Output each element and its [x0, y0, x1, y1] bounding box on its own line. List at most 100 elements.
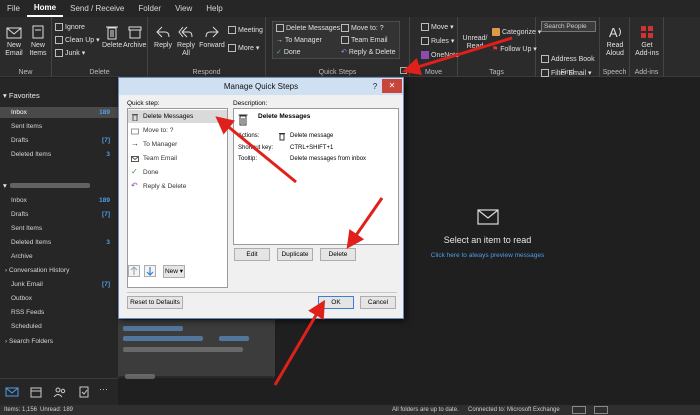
more-respond-button[interactable]: More ▾ — [228, 44, 259, 54]
new-quick-step-button[interactable]: New ▾ — [163, 265, 185, 278]
reading-view-icon[interactable] — [594, 406, 608, 414]
more-icon[interactable]: ··· — [99, 384, 108, 394]
favorites-header[interactable]: ▾ Favorites — [0, 91, 118, 100]
categorize-button[interactable]: Categorize ▾ — [492, 28, 541, 38]
archive-icon — [128, 26, 141, 39]
quick-steps-dialog-launcher[interactable] — [400, 67, 407, 74]
status-connection: Connected to: Microsoft Exchange — [468, 407, 560, 413]
reply-button[interactable]: Reply — [152, 24, 174, 50]
group-label-new: New — [18, 69, 33, 76]
duplicate-button[interactable]: Duplicate — [277, 248, 313, 261]
actions-value: Delete message — [290, 133, 334, 139]
new-items-icon — [32, 25, 44, 39]
qs-gallery-move-to[interactable]: Move to: ? — [341, 24, 384, 34]
forward-button[interactable]: Forward — [199, 24, 225, 50]
ribbon-group-new: New Email New Items New — [0, 17, 52, 77]
group-label-tags: Tags — [489, 69, 504, 76]
folder-item-archive[interactable]: Archive — [0, 251, 118, 262]
normal-view-icon[interactable] — [572, 406, 586, 414]
tab-send-receive[interactable]: Send / Receive — [63, 0, 131, 17]
address-book-button[interactable]: Address Book — [541, 55, 595, 65]
tasks-icon[interactable] — [77, 385, 91, 399]
qs-gallery-to-manager[interactable]: → To Manager — [276, 36, 322, 46]
folder-item-search-folders[interactable]: › Search Folders — [0, 336, 118, 347]
check-icon: ✓ — [131, 167, 138, 176]
qs-gallery-team-email[interactable]: Team Email — [341, 36, 388, 46]
status-items: Items: 1,156 — [4, 407, 38, 413]
tab-folder[interactable]: Folder — [131, 0, 168, 17]
search-people-input[interactable]: Search People — [541, 21, 596, 32]
get-addins-button[interactable]: Get Add-ins — [634, 24, 660, 58]
message-list-item-selected[interactable] — [119, 320, 275, 376]
qs-gallery-delete-messages[interactable]: Delete Messages — [276, 24, 340, 34]
reply-icon — [156, 26, 170, 38]
qs-gallery-reply-delete[interactable]: ↶ Reply & Delete — [341, 48, 396, 58]
meeting-icon — [228, 26, 236, 35]
address-book-icon — [541, 55, 549, 64]
folder-item-conversation-history[interactable]: › Conversation History — [0, 265, 118, 276]
read-aloud-button[interactable]: A Read Aloud — [603, 24, 627, 58]
folder-item-drafts[interactable]: Drafts [7] — [0, 209, 118, 220]
ok-button[interactable]: OK — [318, 296, 354, 309]
reset-to-defaults-button[interactable]: Reset to Defaults — [127, 296, 183, 309]
dialog-help-button[interactable]: ? — [369, 78, 381, 95]
favorites-item-deleted[interactable]: Deleted Items 3 — [0, 149, 118, 160]
follow-up-button[interactable]: ⚑ Follow Up ▾ — [492, 45, 537, 55]
folder-item-outbox[interactable]: Outbox — [0, 293, 118, 304]
tab-home[interactable]: Home — [26, 0, 64, 17]
more-icon — [228, 44, 236, 53]
meeting-button[interactable]: Meeting — [228, 26, 263, 36]
envelope-icon — [477, 209, 499, 225]
folder-icon — [341, 24, 349, 33]
account-header[interactable]: ▾ — [0, 181, 118, 190]
delete-button[interactable]: Delete — [102, 24, 122, 50]
folder-item-rss[interactable]: RSS Feeds — [0, 307, 118, 318]
mail-icon[interactable] — [5, 385, 19, 399]
calendar-icon[interactable] — [29, 385, 43, 399]
reply-icon: ↶ — [341, 49, 349, 56]
move-up-button[interactable] — [128, 265, 140, 277]
archive-button[interactable]: Archive — [123, 24, 146, 50]
qs-item-move-to[interactable]: Move to: ? — [128, 124, 227, 137]
cancel-button[interactable]: Cancel — [360, 296, 396, 309]
favorites-item-inbox[interactable]: Inbox 189 — [0, 107, 118, 118]
qs-item-delete-messages[interactable]: Delete Messages — [128, 110, 227, 123]
folder-item-inbox[interactable]: Inbox 189 — [0, 195, 118, 206]
tab-help[interactable]: Help — [199, 0, 229, 17]
mail-icon — [131, 156, 139, 162]
new-items-button[interactable]: New Items — [26, 24, 50, 58]
move-down-button[interactable] — [144, 265, 156, 277]
onenote-button[interactable]: OneNote — [421, 51, 459, 61]
qs-item-to-manager[interactable]: → To Manager — [128, 138, 227, 151]
redacted-subject — [123, 336, 203, 341]
move-button[interactable]: Move ▾ — [421, 23, 454, 33]
edit-button[interactable]: Edit — [234, 248, 270, 261]
new-email-button[interactable]: New Email — [3, 24, 25, 58]
people-icon[interactable] — [53, 385, 67, 399]
unread-read-button[interactable]: Unread/ Read — [462, 35, 488, 51]
folder-item-scheduled[interactable]: Scheduled — [0, 321, 118, 332]
favorites-item-drafts[interactable]: Drafts [7] — [0, 135, 118, 146]
qs-gallery-done[interactable]: ✓ Done — [276, 48, 301, 58]
quick-step-list[interactable]: Delete Messages Move to: ? → To Manager … — [127, 108, 228, 288]
tab-view[interactable]: View — [168, 0, 199, 17]
ignore-button[interactable]: Ignore — [55, 23, 85, 33]
shortcut-label: Shortcut key: — [238, 145, 274, 151]
folder-item-deleted[interactable]: Deleted Items 3 — [0, 237, 118, 248]
delete-quick-step-button[interactable]: Delete — [320, 248, 356, 261]
folder-pane: ▾ Favorites Inbox 189 Sent Items Drafts [7… — [0, 78, 118, 378]
tab-file[interactable]: File — [0, 0, 27, 17]
favorites-item-sent[interactable]: Sent Items — [0, 121, 118, 132]
qs-item-reply-delete[interactable]: ↶ Reply & Delete — [128, 180, 227, 193]
rules-button[interactable]: Rules ▾ — [421, 37, 454, 47]
dialog-close-button[interactable]: ✕ — [382, 79, 402, 93]
module-switcher: ··· — [0, 378, 118, 405]
reply-all-button[interactable]: Reply All — [175, 24, 197, 58]
qs-item-team-email[interactable]: Team Email — [128, 152, 227, 165]
junk-button[interactable]: Junk ▾ — [55, 49, 85, 59]
folder-item-junk[interactable]: Junk Email [7] — [0, 279, 118, 290]
group-label-delete: Delete — [89, 69, 110, 76]
folder-item-sent[interactable]: Sent Items — [0, 223, 118, 234]
clean-up-button[interactable]: Clean Up ▾ — [55, 36, 100, 46]
qs-item-done[interactable]: ✓ Done — [128, 166, 227, 179]
